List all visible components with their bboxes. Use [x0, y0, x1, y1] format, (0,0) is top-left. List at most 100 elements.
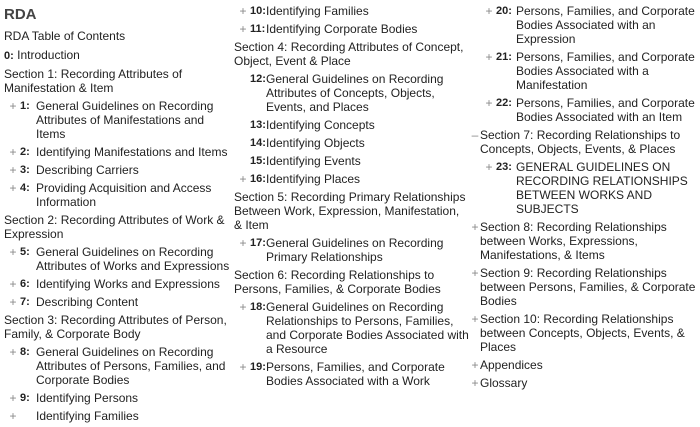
chapter-number: 0:	[4, 50, 14, 62]
toc-chapter-item[interactable]: +1: General Guidelines on Recording Attri…	[4, 99, 230, 141]
chapter-number: 1:	[20, 100, 30, 112]
expand-icon[interactable]: +	[484, 160, 494, 174]
toc-chapter-item[interactable]: +4: Providing Acquisition and Access Info…	[4, 181, 230, 209]
expand-icon[interactable]: +	[470, 266, 480, 280]
chapter-number: 6:	[20, 278, 30, 290]
section-label: Section 1: Recording Attributes of Manif…	[4, 67, 183, 95]
collapse-icon[interactable]: –	[470, 128, 480, 142]
section-label: Section 9: Recording Relationships betwe…	[480, 266, 696, 308]
toc-chapter-item[interactable]: +8: General Guidelines on Recording Attri…	[4, 345, 230, 387]
chapter-label: Providing Acquisition and Access Informa…	[36, 181, 212, 209]
chapter-label: General Guidelines on Recording Relation…	[266, 300, 469, 356]
expand-icon[interactable]: +	[484, 96, 494, 110]
chapter-number: 21:	[496, 51, 512, 63]
toc-section-item[interactable]: Section 4: Recording Attributes of Conce…	[234, 40, 470, 68]
toc-column-2: +10: Identifying Families +11: Identifying …	[234, 0, 470, 392]
toc-chapter-item[interactable]: +5: General Guidelines on Recording Attri…	[4, 245, 230, 273]
toc-chapter-item[interactable]: +23: GENERAL GUIDELINES ON RECORDING RELA…	[470, 160, 700, 216]
chapter-number: 22:	[496, 97, 512, 109]
chapter-number: 16:	[250, 173, 266, 185]
toc-intro-item[interactable]: 0: Introduction	[4, 48, 230, 63]
expand-icon[interactable]: +	[238, 300, 248, 314]
chapter-number: 14:	[250, 137, 266, 149]
chapter-number: 15:	[250, 155, 266, 167]
expand-icon[interactable]: +	[470, 220, 480, 234]
toc-list-3: +20: Persons, Families, and Corporate Bod…	[470, 4, 700, 390]
chapter-number: 12:	[250, 73, 266, 85]
toc-section-item[interactable]: Section 6: Recording Relationships to Pe…	[234, 268, 470, 296]
expand-icon[interactable]: +	[8, 245, 18, 259]
expand-icon[interactable]: +	[8, 295, 18, 309]
toc-list-1: 0: Introduction Section 1: Recording Attr…	[4, 48, 230, 423]
chapter-label: Identifying Objects	[266, 136, 365, 150]
toc-chapter-item[interactable]: +6: Identifying Works and Expressions	[4, 277, 230, 291]
chapter-number: 10:	[250, 5, 266, 17]
toc-section-item[interactable]: + Glossary	[470, 376, 700, 390]
toc-section-item[interactable]: + Section 8: Recording Relationships betw…	[470, 220, 700, 262]
expand-icon[interactable]: +	[8, 391, 18, 405]
app-title: RDA	[4, 6, 37, 23]
toc-chapter-item[interactable]: +11: Identifying Corporate Bodies	[234, 22, 470, 36]
expand-icon[interactable]: +	[238, 172, 248, 186]
expand-icon[interactable]: +	[8, 145, 18, 159]
toc-title: RDA Table of Contents	[4, 29, 126, 43]
toc-chapter-item[interactable]: +9: Identifying Persons	[4, 391, 230, 405]
chapter-label: Identifying Concepts	[266, 118, 375, 132]
toc-chapter-item[interactable]: +7: Describing Content	[4, 295, 230, 309]
expand-icon[interactable]: +	[8, 181, 18, 195]
toc-column-3: +20: Persons, Families, and Corporate Bod…	[470, 0, 700, 394]
toc-section-item[interactable]: – Section 7: Recording Relationships to C…	[470, 128, 700, 156]
expand-icon[interactable]: +	[8, 277, 18, 291]
expand-icon[interactable]: +	[470, 358, 480, 372]
chapter-label: Identifying Families	[266, 4, 369, 18]
toc-chapter-item[interactable]: 12: General Guidelines on Recording Attri…	[234, 72, 470, 114]
expand-icon[interactable]: +	[484, 4, 494, 18]
toc-chapter-item[interactable]: +2: Identifying Manifestations and Items	[4, 145, 230, 159]
toc-chapter-item[interactable]: +3: Describing Carriers	[4, 163, 230, 177]
chapter-label: Describing Content	[36, 295, 139, 309]
toc-chapter-item[interactable]: +19: Persons, Families, and Corporate Bod…	[234, 360, 470, 388]
chapter-label: Identifying Families	[36, 409, 139, 423]
chapter-number: 11:	[250, 23, 266, 35]
chapter-label: General Guidelines on Recording Primary …	[266, 236, 444, 264]
toc-section-item[interactable]: Section 2: Recording Attributes of Work …	[4, 213, 230, 241]
expand-icon[interactable]: +	[8, 345, 18, 359]
expand-icon[interactable]: +	[238, 22, 248, 36]
expand-icon[interactable]: +	[8, 409, 18, 423]
chapter-label: General Guidelines on Recording Attribut…	[36, 99, 214, 141]
toc-chapter-item[interactable]: 14: Identifying Objects	[234, 136, 470, 150]
expand-icon[interactable]: +	[238, 4, 248, 18]
chapter-label: Identifying Manifestations and Items	[36, 145, 228, 159]
toc-chapter-item[interactable]: +10: Identifying Families	[234, 4, 470, 18]
toc-chapter-item[interactable]: 15: Identifying Events	[234, 154, 470, 168]
expand-icon[interactable]: +	[238, 236, 248, 250]
toc-chapter-item[interactable]: + Identifying Families	[4, 409, 230, 423]
toc-section-item[interactable]: Section 5: Recording Primary Relationshi…	[234, 190, 470, 232]
expand-icon[interactable]: +	[484, 50, 494, 64]
toc-section-item[interactable]: + Section 9: Recording Relationships betw…	[470, 266, 700, 308]
toc-chapter-item[interactable]: +22: Persons, Families, and Corporate Bod…	[470, 96, 700, 124]
chapter-label: General Guidelines on Recording Attribut…	[36, 345, 226, 387]
chapter-label: Introduction	[17, 48, 80, 62]
toc-chapter-item[interactable]: +16: Identifying Places	[234, 172, 470, 186]
toc-section-item[interactable]: Section 1: Recording Attributes of Manif…	[4, 67, 230, 95]
toc-section-item[interactable]: + Section 10: Recording Relationships bet…	[470, 312, 700, 354]
toc-section-item[interactable]: Section 3: Recording Attributes of Perso…	[4, 313, 230, 341]
expand-icon[interactable]: +	[8, 163, 18, 177]
toc-section-item[interactable]: + Appendices	[470, 358, 700, 372]
expand-icon[interactable]: +	[238, 360, 248, 374]
chapter-number: 19:	[250, 361, 266, 373]
toc-chapter-item[interactable]: +18: General Guidelines on Recording Rela…	[234, 300, 470, 356]
expand-icon[interactable]: +	[470, 376, 480, 390]
toc-chapter-item[interactable]: +21: Persons, Families, and Corporate Bod…	[470, 50, 700, 92]
expand-icon[interactable]: +	[8, 99, 18, 113]
chapter-number: 23:	[496, 161, 512, 173]
toc-chapter-item[interactable]: +20: Persons, Families, and Corporate Bod…	[470, 4, 700, 46]
chapter-number: 13:	[250, 119, 266, 131]
chapter-label: General Guidelines on Recording Attribut…	[266, 72, 444, 114]
chapter-label: Persons, Families, and Corporate Bodies …	[516, 50, 695, 92]
expand-icon[interactable]: +	[470, 312, 480, 326]
toc-chapter-item[interactable]: +17: General Guidelines on Recording Prim…	[234, 236, 470, 264]
toc-chapter-item[interactable]: 13: Identifying Concepts	[234, 118, 470, 132]
chapter-label: Identifying Events	[266, 154, 361, 168]
